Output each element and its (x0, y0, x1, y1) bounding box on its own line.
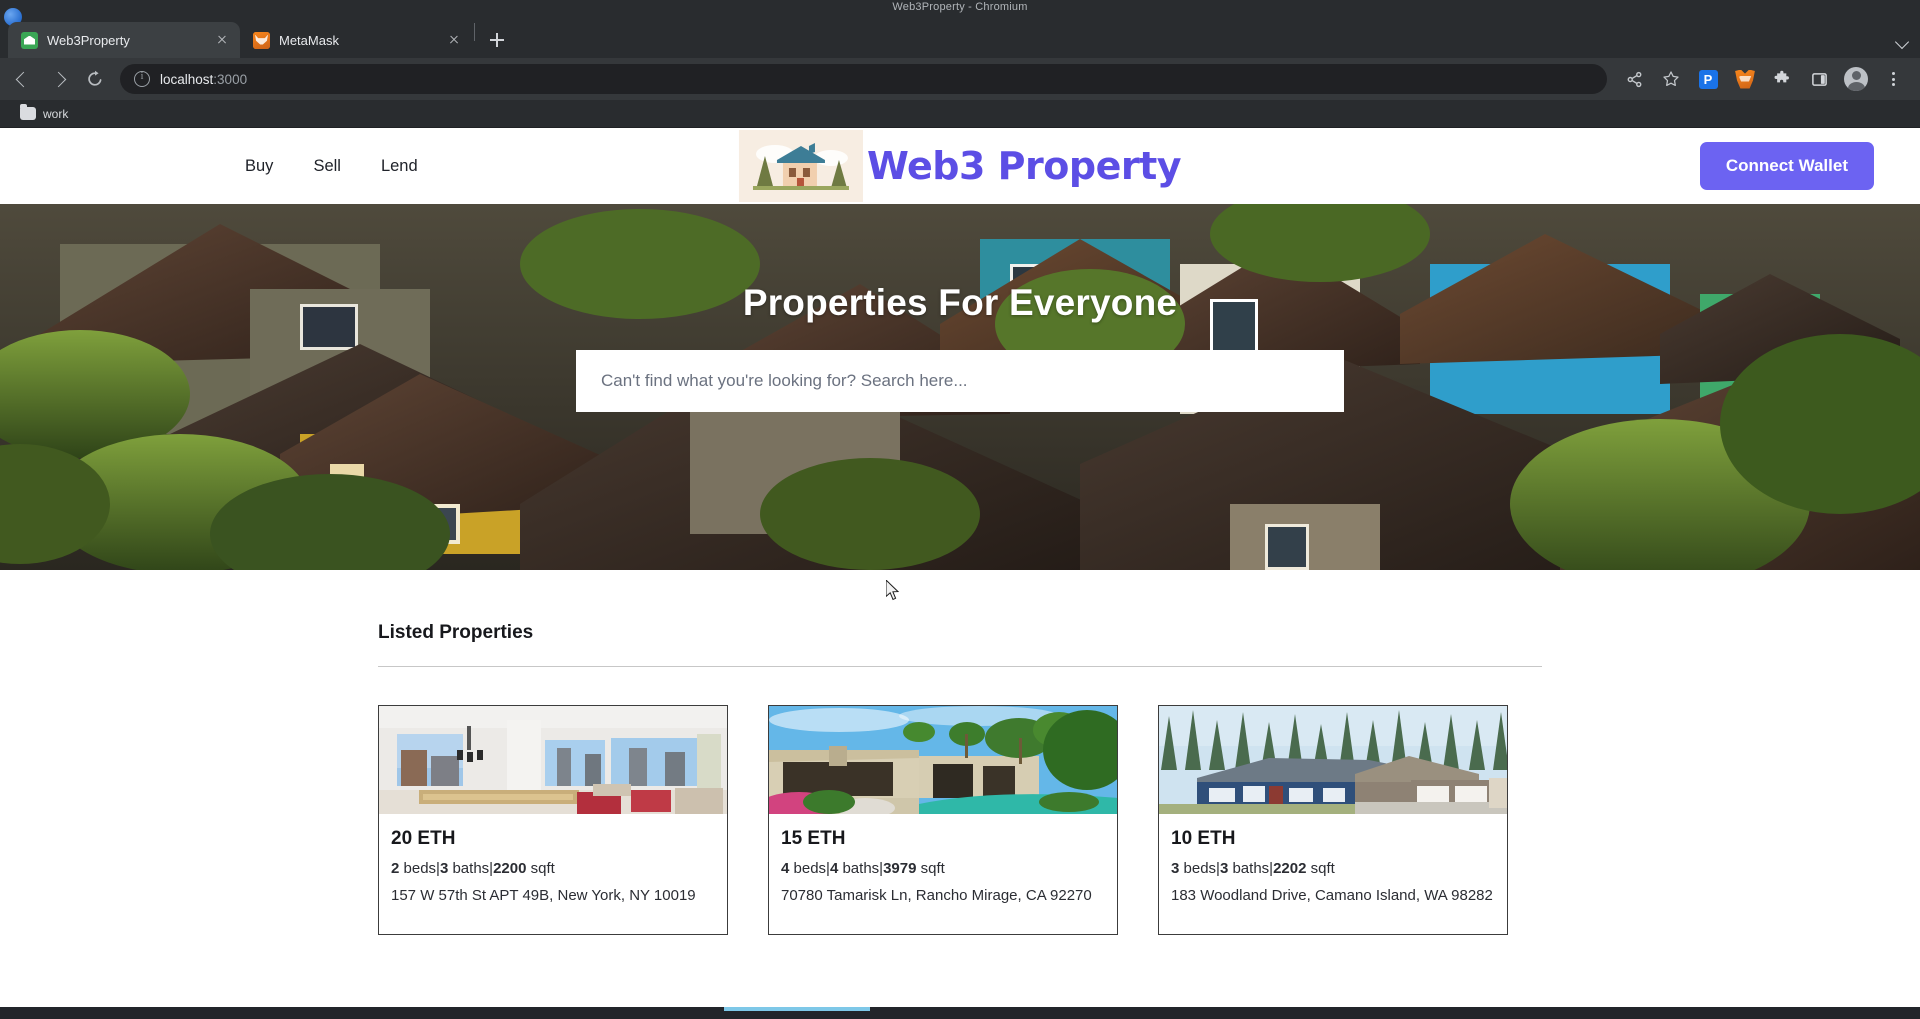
tab-title: Web3Property (47, 32, 130, 48)
listings-title: Listed Properties (378, 622, 534, 643)
folder-icon (20, 104, 36, 120)
property-card[interactable]: 10 ETH 3 beds|3 baths|2202 sqft 183 Wood… (1158, 705, 1508, 935)
bookmark-star-icon[interactable] (1654, 62, 1688, 96)
side-panel-icon[interactable] (1802, 62, 1836, 96)
house-logo-icon (738, 130, 863, 202)
taskbar-active-indicator (724, 1007, 870, 1011)
tab-web3property[interactable]: Web3Property (8, 22, 240, 58)
property-image (379, 706, 727, 814)
page-viewport: Buy Sell Lend Web3 Property Connect Wall… (0, 128, 1920, 1007)
listings-section: Listed Properties 20 ETH 2 beds|3 baths|… (0, 570, 1920, 935)
nav-item-lend[interactable]: Lend (381, 157, 418, 176)
profile-avatar-icon[interactable] (1839, 62, 1873, 96)
property-image (769, 706, 1117, 814)
browser-toolbar: localhost:3000 P (0, 58, 1920, 100)
tab-metamask[interactable]: MetaMask (240, 22, 472, 58)
close-icon[interactable] (213, 31, 231, 49)
search-placeholder: Can't find what you're looking for? Sear… (601, 371, 968, 390)
tab-divider (474, 22, 475, 41)
tab-title: MetaMask (279, 32, 339, 48)
property-cards: 20 ETH 2 beds|3 baths|2200 sqft 157 W 57… (378, 705, 1542, 935)
toolbar-actions: P (1617, 62, 1910, 96)
bookmark-label: work (43, 106, 69, 121)
share-icon[interactable] (1617, 62, 1651, 96)
property-address: 70780 Tamarisk Ln, Rancho Mirage, CA 922… (781, 887, 1092, 904)
metamask-fox-icon (253, 31, 270, 49)
house-green-icon (21, 31, 38, 49)
search-input[interactable]: Can't find what you're looking for? Sear… (576, 350, 1344, 412)
property-address: 183 Woodland Drive, Camano Island, WA 98… (1171, 887, 1493, 904)
bookmarks-bar: work (0, 100, 1920, 128)
property-specs: 4 beds|4 baths|3979 sqft (781, 860, 945, 877)
new-tab-button[interactable] (483, 26, 511, 54)
address-bar[interactable]: localhost:3000 (120, 64, 1607, 94)
hero-content: Properties For Everyone Can't find what … (0, 204, 1920, 570)
bookmark-folder-work[interactable]: work (14, 104, 74, 124)
puzzle-extensions-icon[interactable] (1765, 62, 1799, 96)
property-card[interactable]: 20 ETH 2 beds|3 baths|2200 sqft 157 W 57… (378, 705, 728, 935)
divider (378, 666, 1542, 667)
property-specs: 2 beds|3 baths|2200 sqft (391, 860, 555, 877)
property-price: 15 ETH (781, 828, 846, 849)
metamask-fox-icon[interactable] (1728, 62, 1762, 96)
hero-title: Properties For Everyone (742, 282, 1178, 323)
nav-item-buy[interactable]: Buy (245, 157, 273, 176)
main-nav: Buy Sell Lend (245, 157, 418, 176)
three-dot-menu-icon[interactable] (1876, 62, 1910, 96)
site-header: Buy Sell Lend Web3 Property Connect Wall… (0, 128, 1920, 204)
property-image (1159, 706, 1507, 814)
browser-window: Web3Property - Chromium Web3Property Met… (0, 0, 1920, 1019)
hero-banner: Properties For Everyone Can't find what … (0, 204, 1920, 570)
site-info-icon[interactable] (134, 71, 150, 87)
property-address: 157 W 57th St APT 49B, New York, NY 1001… (391, 887, 696, 904)
extension-p-icon[interactable]: P (1691, 62, 1725, 96)
back-button[interactable] (6, 62, 40, 96)
nav-item-sell[interactable]: Sell (313, 157, 341, 176)
close-icon[interactable] (445, 31, 463, 49)
tab-strip: Web3Property MetaMask (0, 8, 1920, 58)
chevron-down-icon[interactable] (1886, 26, 1920, 54)
brand[interactable]: Web3 Property (738, 130, 1182, 202)
os-taskbar (0, 1007, 1920, 1019)
forward-button[interactable] (42, 62, 76, 96)
property-specs: 3 beds|3 baths|2202 sqft (1171, 860, 1335, 877)
brand-name: Web3 Property (866, 144, 1182, 188)
reload-button[interactable] (78, 62, 112, 96)
property-price: 10 ETH (1171, 828, 1236, 849)
window-titlebar: Web3Property - Chromium (0, 0, 1920, 14)
connect-wallet-button[interactable]: Connect Wallet (1699, 142, 1874, 190)
url-text: localhost:3000 (160, 71, 248, 87)
property-price: 20 ETH (391, 828, 456, 849)
property-card[interactable]: 15 ETH 4 beds|4 baths|3979 sqft 70780 Ta… (768, 705, 1118, 935)
window-title: Web3Property - Chromium (892, 1, 1028, 13)
